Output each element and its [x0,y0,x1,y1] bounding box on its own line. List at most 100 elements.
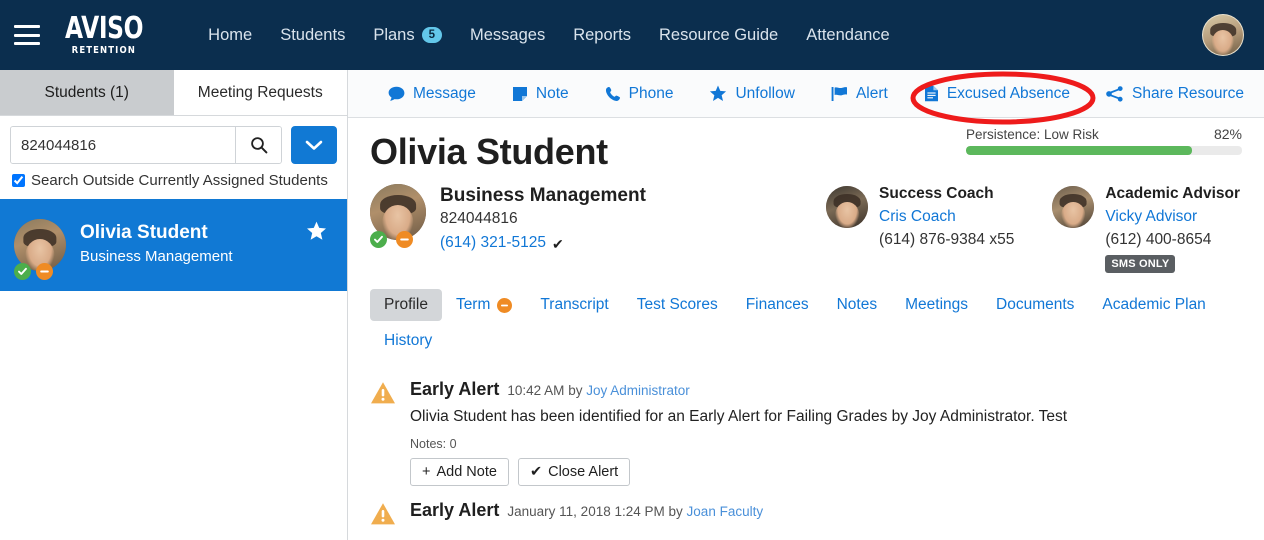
status-badge: SMS ONLY [1105,255,1176,274]
alert-header: Early Alert 10:42 AM by Joy Administrato… [410,379,1067,400]
action-excused-absence[interactable]: Excused Absence [906,85,1088,103]
minus-circle-icon [396,230,413,248]
tab-label: Transcript [540,296,609,314]
tab-label: Test Scores [636,296,718,314]
add-note-button[interactable]: + Add Note [410,457,509,486]
search-outside-label[interactable]: Search Outside Currently Assigned Studen… [31,172,328,189]
student-card-name: Olivia Student [80,222,208,244]
staff-academic-advisor: Academic Advisor Vicky Advisor (612) 400… [1052,184,1240,274]
alert-body: Early Alert 10:42 AM by Joy Administrato… [410,379,1067,486]
alert-time: 10:42 AM [507,383,565,399]
action-note[interactable]: Note [494,85,587,103]
alert-title: Early Alert [410,379,500,400]
nav-item-resource-guide[interactable]: Resource Guide [645,26,792,45]
nav-label: Reports [573,25,631,44]
aviso-logo[interactable]: AVISO RETENTION [54,14,154,56]
button-label: Close Alert [548,463,619,480]
check-icon: ✔ [552,235,564,252]
nav-item-plans[interactable]: Plans 5 [359,26,456,45]
close-alert-button[interactable]: ✔ Close Alert [517,457,631,486]
plans-badge: 5 [421,26,443,44]
persistence-track [966,146,1242,155]
student-card-major: Business Management [80,248,233,266]
user-avatar[interactable] [1202,14,1244,56]
check-icon: ✔ [529,463,543,480]
persistence-label: Persistence: Low Risk [966,127,1099,142]
tab-finances[interactable]: Finances [732,289,823,321]
student-major: Business Management [440,184,646,206]
tab-profile[interactable]: Profile [370,289,442,322]
action-unfollow[interactable]: Unfollow [691,85,812,103]
check-circle-icon [14,263,31,280]
main-panel: Message Note Phone Unfollow Alert Excuse… [348,70,1264,540]
sidebar: Students (1) Meeting Requests 824044816 … [0,70,348,540]
persistence-row: Persistence: Low Risk 82% [966,126,1242,142]
action-label: Alert [855,84,888,102]
tab-academic-plan[interactable]: Academic Plan [1088,289,1219,321]
alert-author[interactable]: Joy Administrator [586,383,690,398]
student-avatar-wrap [370,183,426,248]
sidebar-student-card[interactable]: Olivia Student Business Management [0,199,347,291]
student-phone-row[interactable]: (614) 321-5125 ✔ [440,231,646,256]
action-label: Phone [628,84,674,102]
alert-buttons: + Add Note ✔ Close Alert [410,457,1067,486]
alert-meta: January 11, 2018 1:24 PM by Joan Faculty [507,504,763,519]
search-row [0,116,347,164]
tab-term[interactable]: Term [442,289,526,321]
tab-meeting-requests[interactable]: Meeting Requests [173,70,347,115]
hamburger-menu-icon[interactable] [14,25,40,45]
alert-author[interactable]: Joan Faculty [687,504,764,519]
minus-circle-icon [36,263,53,280]
nav-item-messages[interactable]: Messages [456,26,559,45]
search-button[interactable] [235,127,281,163]
tab-label: Notes [836,296,878,314]
alert-description: Olivia Student has been identified for a… [410,408,1068,426]
search-field [10,126,282,164]
top-navigation-bar: AVISO RETENTION Home Students Plans 5 Me… [0,0,1264,70]
action-phone[interactable]: Phone [587,85,692,103]
search-outside-checkbox[interactable] [12,174,25,187]
document-icon [924,85,938,102]
nav-links: Home Students Plans 5 Messages Reports R… [194,26,904,45]
action-bar: Message Note Phone Unfollow Alert Excuse… [348,70,1264,118]
star-icon[interactable] [306,221,327,247]
button-label: Add Note [436,463,497,480]
tab-meetings[interactable]: Meetings [891,289,982,321]
tab-notes[interactable]: Notes [823,289,892,321]
search-input[interactable] [11,127,235,163]
student-status-dots [370,230,413,248]
action-alert[interactable]: Alert [813,85,906,103]
staff-name[interactable]: Cris Coach [879,205,1014,228]
action-share-resource[interactable]: Share Resource [1088,85,1262,103]
student-info-row: Business Management 824044816 (614) 321-… [370,183,1242,274]
avatar [826,185,869,228]
tab-label: Profile [384,296,428,314]
search-options-dropdown-button[interactable] [291,126,337,164]
staff-name[interactable]: Vicky Advisor [1105,205,1240,228]
application-window: AVISO RETENTION Home Students Plans 5 Me… [0,0,1264,540]
action-label: Note [535,84,569,102]
student-status-dots [14,263,53,280]
tab-test-scores[interactable]: Test Scores [623,289,732,321]
tab-history[interactable]: History [370,325,446,357]
staff-phone: (614) 876-9384 x55 [879,230,1015,248]
tab-transcript[interactable]: Transcript [526,289,622,321]
staff-phone: (612) 400-8654 [1105,230,1212,248]
nav-item-reports[interactable]: Reports [559,26,645,45]
action-label: Excused Absence [946,84,1071,102]
tab-label: Documents [996,296,1075,314]
nav-item-students[interactable]: Students [266,26,359,45]
nav-item-home[interactable]: Home [194,26,266,45]
nav-item-attendance[interactable]: Attendance [792,26,903,45]
student-phone[interactable]: (614) 321-5125 [440,231,546,256]
alert-notes-count: Notes: 0 [410,436,457,451]
persistence-fill [966,146,1193,155]
warning-triangle-icon [370,502,396,531]
tab-students[interactable]: Students (1) [0,70,174,115]
staff-group: Success Coach Cris Coach (614) 876-9384 … [826,184,1242,274]
action-message[interactable]: Message [370,85,494,103]
tab-documents[interactable]: Documents [982,289,1088,321]
search-outside-row: Search Outside Currently Assigned Studen… [0,164,347,199]
search-icon [250,137,267,154]
persistence-widget: Persistence: Low Risk 82% [966,126,1242,155]
